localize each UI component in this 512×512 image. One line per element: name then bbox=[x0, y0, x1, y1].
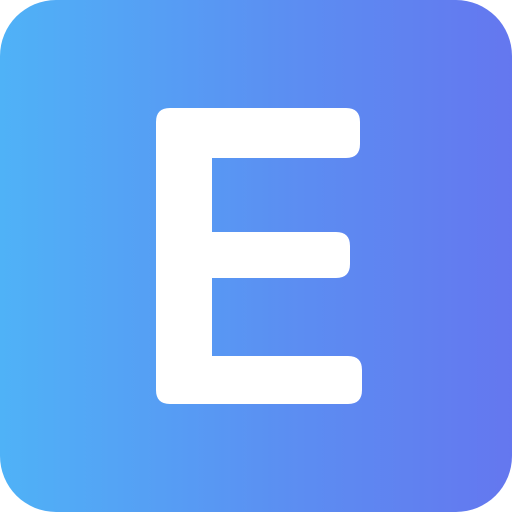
letter-e-icon bbox=[156, 108, 362, 404]
app-icon: E bbox=[0, 0, 512, 512]
